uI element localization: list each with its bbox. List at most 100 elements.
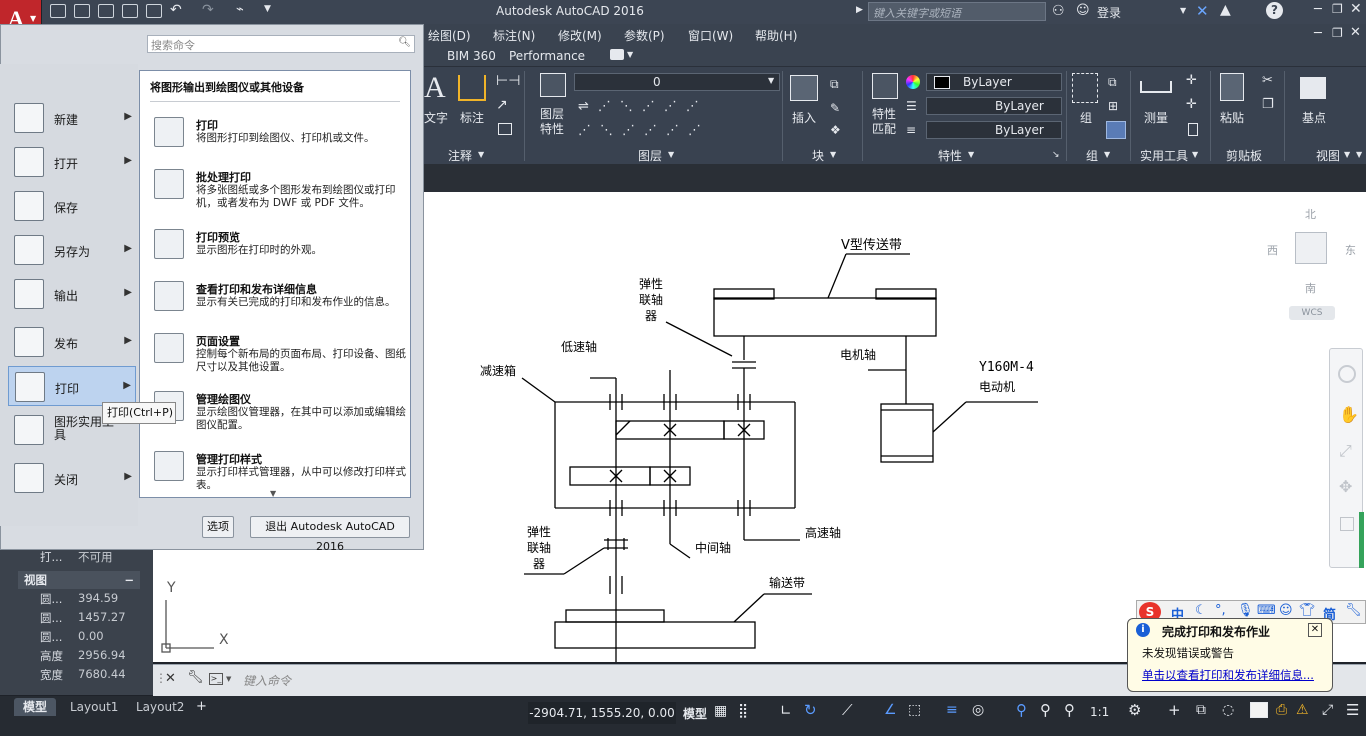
annotation-visibility-icon[interactable]: ⚲: [1016, 701, 1027, 719]
properties-launcher-icon[interactable]: ↘: [1052, 150, 1060, 160]
search-input[interactable]: 键入关键字或短语: [873, 5, 961, 21]
command-search[interactable]: 搜索命令 🔍︎: [147, 35, 415, 53]
tab-model[interactable]: 模型: [14, 698, 56, 716]
prop-value[interactable]: 7680.44: [78, 667, 126, 681]
properties-panel-arrow-icon[interactable]: ▼: [968, 150, 974, 159]
dimension-tool-icon[interactable]: [458, 75, 486, 101]
search-box[interactable]: 键入关键字或短语: [868, 2, 1046, 21]
ribbon-overflow-icon[interactable]: ▼: [1356, 150, 1362, 159]
block-panel-title[interactable]: 块: [812, 147, 824, 164]
customization-icon[interactable]: ☰: [1346, 701, 1359, 719]
annotation-panel-title[interactable]: 注释: [448, 147, 472, 164]
paste-icon[interactable]: [1220, 73, 1244, 101]
calculator-icon[interactable]: [1188, 123, 1198, 136]
login-dropdown-icon[interactable]: ▼: [1180, 6, 1186, 15]
collapse-icon[interactable]: −: [124, 571, 134, 589]
viewcube-west[interactable]: 西: [1267, 242, 1278, 258]
properties-panel-title[interactable]: 特性: [938, 147, 962, 164]
qat-new-icon[interactable]: [50, 4, 66, 18]
menu-help[interactable]: 帮助(H): [755, 27, 797, 44]
group-icon[interactable]: [1072, 73, 1098, 103]
linetype-icon[interactable]: ☰: [906, 99, 917, 113]
submenu-manage-plot-styles[interactable]: 管理打印样式 显示打印样式管理器，从中可以修改打印样式表。: [150, 451, 408, 495]
full-nav-wheel-icon[interactable]: [1338, 365, 1356, 383]
app-item-close[interactable]: 关闭 ▶: [8, 458, 136, 498]
tab-performance[interactable]: Performance: [509, 49, 585, 63]
color-wheel-icon[interactable]: [906, 75, 920, 89]
dynamic-ucs-icon[interactable]: ⬚: [908, 702, 921, 718]
group-select-icon[interactable]: [1106, 121, 1126, 139]
expand-arrow-icon[interactable]: ▶: [856, 5, 863, 15]
edit-block-icon[interactable]: ✎: [830, 101, 840, 115]
notification-close-icon[interactable]: ✕: [1308, 623, 1322, 637]
close-window-icon[interactable]: ✕: [1350, 1, 1362, 17]
ime-settings-icon[interactable]: 🔧︎: [1345, 603, 1362, 618]
match-properties-icon[interactable]: [872, 73, 898, 99]
qat-open-icon[interactable]: [74, 4, 90, 18]
qat-save-icon[interactable]: [98, 4, 114, 18]
add-layout-icon[interactable]: +: [196, 699, 207, 714]
restore-icon[interactable]: ❐: [1332, 2, 1343, 16]
ortho-icon[interactable]: ∟: [780, 703, 792, 719]
osnap-icon[interactable]: ∠: [884, 702, 897, 718]
clean-screen-icon[interactable]: ⤢: [1322, 702, 1333, 718]
app-item-export[interactable]: 输出 ▶: [8, 274, 136, 314]
ime-moon-icon[interactable]: ☾: [1195, 603, 1207, 618]
polar-icon[interactable]: ↻: [804, 701, 817, 719]
insert-block-icon[interactable]: [790, 75, 818, 101]
linear-dim-icon[interactable]: ⊢⊣: [496, 73, 520, 89]
submenu-plot-details[interactable]: 查看打印和发布详细信息 显示有关已完成的打印和发布作业的信息。: [150, 281, 408, 321]
menu-dimension[interactable]: 标注(N): [493, 27, 535, 44]
view-panel-title[interactable]: 视图: [1316, 147, 1340, 164]
tab-layout1[interactable]: Layout1: [70, 700, 118, 714]
pan-icon[interactable]: ✋: [1339, 405, 1359, 424]
notification-details-link[interactable]: 单击以查看打印和发布详细信息...: [1142, 667, 1314, 683]
create-block-icon[interactable]: ⧉: [830, 77, 839, 92]
command-input[interactable]: 键入命令: [243, 672, 291, 689]
menu-window[interactable]: 窗口(W): [688, 27, 733, 44]
measure-icon[interactable]: [1140, 81, 1172, 93]
layer-dropdown[interactable]: 0: [574, 73, 780, 91]
annotation-scale-value[interactable]: 1:1: [1090, 705, 1109, 719]
ungroup-icon[interactable]: ⧉: [1108, 75, 1117, 90]
ime-user-icon[interactable]: ☺: [1279, 603, 1293, 618]
submenu-page-setup[interactable]: 页面设置 控制每个新布局的页面布局、打印设备、图纸尺寸以及其他设置。: [150, 333, 408, 383]
block-panel-arrow-icon[interactable]: ▼: [830, 150, 836, 159]
cmd-prompt-icon[interactable]: >_: [209, 673, 223, 685]
doc-restore-icon[interactable]: ❐: [1332, 26, 1343, 40]
prop-value[interactable]: 394.59: [78, 591, 118, 605]
menu-modify[interactable]: 修改(M): [558, 27, 602, 44]
app-item-save[interactable]: 保存: [8, 186, 136, 226]
ime-punct-icon[interactable]: °,: [1215, 603, 1226, 618]
ribbon-toggle-dropdown-icon[interactable]: ▼: [627, 50, 633, 59]
ime-skin-icon[interactable]: 👕︎: [1299, 603, 1316, 618]
quick-select-icon[interactable]: ✛: [1186, 97, 1197, 112]
ime-mic-icon[interactable]: 🎙︎: [1237, 603, 1254, 618]
viewcube-south[interactable]: 南: [1305, 280, 1316, 296]
snap-icon[interactable]: ⣿: [738, 703, 748, 719]
auto-scale-icon[interactable]: ⚲: [1040, 701, 1051, 719]
layer-properties-icon[interactable]: [540, 73, 566, 97]
prop-value[interactable]: 0.00: [78, 629, 104, 643]
grid-icon[interactable]: ▦: [714, 703, 727, 719]
orbit-icon[interactable]: ✥: [1339, 477, 1352, 496]
lineweight-dropdown[interactable]: ByLayer: [926, 121, 1062, 139]
workspace-gear-icon[interactable]: ⚙: [1128, 701, 1141, 719]
options-button[interactable]: 选项: [202, 516, 234, 538]
menu-draw[interactable]: 绘图(D): [428, 27, 471, 44]
viewcube-east[interactable]: 东: [1345, 242, 1356, 258]
lineweight-toggle-icon[interactable]: ≡: [946, 702, 958, 718]
linetype-dropdown[interactable]: ByLayer: [926, 97, 1062, 115]
help-icon[interactable]: ?: [1266, 2, 1283, 19]
submenu-print[interactable]: 打印 将图形打印到绘图仪、打印机或文件。: [150, 117, 408, 161]
prop-value[interactable]: 2956.94: [78, 648, 126, 662]
table-icon[interactable]: [498, 123, 512, 135]
prop-value[interactable]: 1457.27: [78, 610, 126, 624]
annotation-panel-arrow-icon[interactable]: ▼: [478, 150, 484, 159]
text-tool-icon[interactable]: A: [424, 71, 446, 105]
login-link[interactable]: 登录: [1097, 4, 1121, 21]
navigation-bar[interactable]: ✋ ⤢ ✥: [1329, 348, 1363, 568]
group-panel-arrow-icon[interactable]: ▼: [1104, 150, 1110, 159]
transparency-icon[interactable]: ◎: [972, 702, 984, 718]
base-point-icon[interactable]: [1300, 77, 1326, 99]
